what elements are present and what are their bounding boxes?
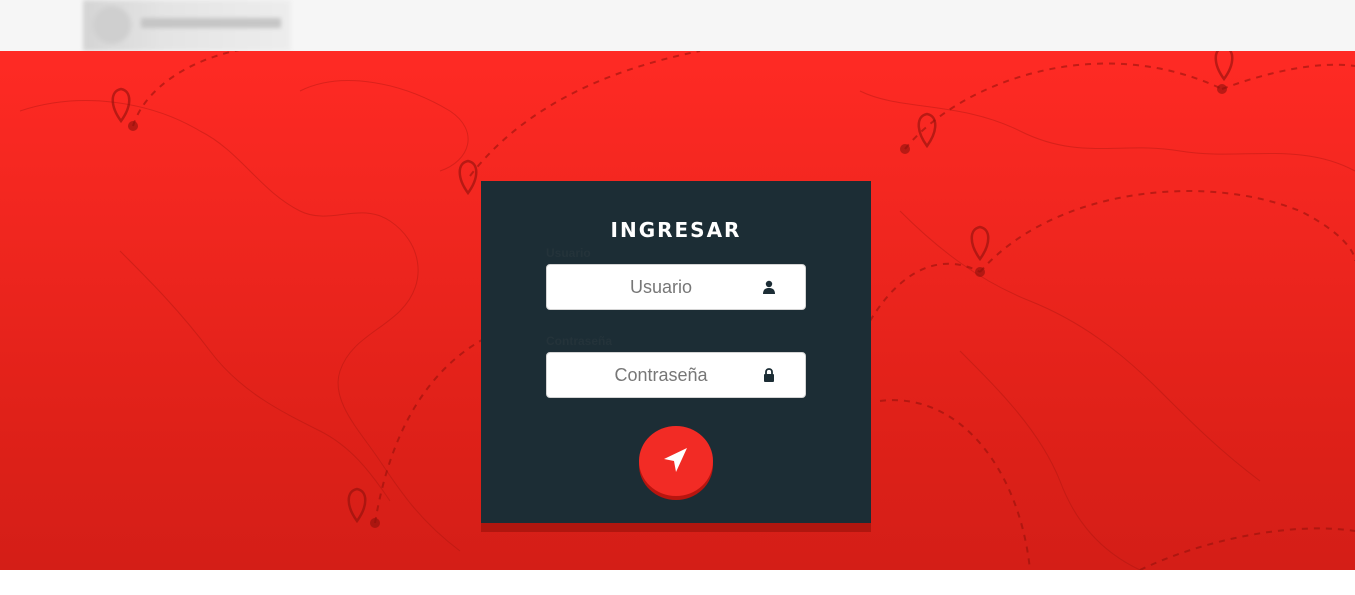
- password-label: Contraseña: [546, 334, 613, 348]
- password-field-wrapper: [546, 352, 806, 398]
- user-icon: [763, 280, 775, 294]
- username-label: Usuario: [546, 246, 591, 260]
- lock-icon: [764, 368, 774, 382]
- navigation-arrow-icon: [664, 448, 687, 472]
- password-input[interactable]: [547, 353, 775, 397]
- login-card: INGRESAR Usuario Contraseña: [481, 181, 871, 523]
- logo-mark: [93, 6, 131, 44]
- submit-button[interactable]: [639, 426, 713, 500]
- top-header: [0, 0, 1355, 51]
- submit-button-face[interactable]: [639, 426, 713, 496]
- logo-text: [141, 18, 281, 28]
- username-input[interactable]: [547, 265, 775, 309]
- username-field-wrapper: [546, 264, 806, 310]
- login-title: INGRESAR: [610, 218, 742, 242]
- brand-logo[interactable]: [83, 0, 291, 51]
